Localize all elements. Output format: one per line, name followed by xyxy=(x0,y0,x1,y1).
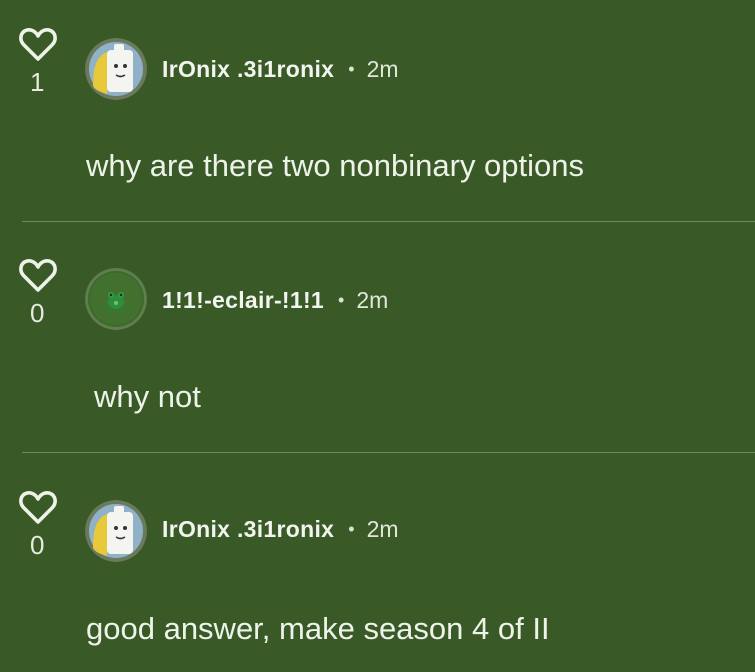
comment-meta: 1!1!-eclair-!1!1 • 2m xyxy=(162,287,388,314)
username[interactable]: IrOnix .3i1ronix xyxy=(162,56,334,82)
separator-dot: • xyxy=(338,290,345,310)
comment-text: why not xyxy=(94,379,201,414)
avatar[interactable] xyxy=(85,268,147,330)
separator-dot: • xyxy=(348,59,355,79)
avatar[interactable] xyxy=(85,38,147,100)
green-creature-avatar-icon xyxy=(85,268,147,330)
heart-icon[interactable] xyxy=(18,256,58,296)
comment-meta: IrOnix .3i1ronix • 2m xyxy=(162,516,399,543)
comment-item: 1 IrOnix .3i1ronix • 2m why are there two … xyxy=(0,0,755,221)
timestamp: 2m xyxy=(366,516,399,542)
separator-dot: • xyxy=(348,519,355,539)
like-control: 0 xyxy=(18,256,66,328)
comment-text: why are there two nonbinary options xyxy=(86,148,585,183)
avatar[interactable] xyxy=(85,500,147,562)
comment-meta: IrOnix .3i1ronix • 2m xyxy=(162,56,399,83)
like-count: 0 xyxy=(30,530,45,560)
timestamp: 2m xyxy=(366,56,399,82)
like-count: 1 xyxy=(30,67,45,97)
like-control: 1 xyxy=(18,25,66,97)
like-count: 0 xyxy=(30,298,45,328)
like-control: 0 xyxy=(18,488,66,560)
cartoon-character-avatar-icon xyxy=(85,38,147,100)
comment-text: good answer, make season 4 of II xyxy=(86,611,550,646)
username[interactable]: 1!1!-eclair-!1!1 xyxy=(162,287,324,313)
heart-icon[interactable] xyxy=(18,25,58,65)
username[interactable]: IrOnix .3i1ronix xyxy=(162,516,334,542)
comment-item: 0 1!1!-eclair-!1!1 • 2m why not xyxy=(0,222,755,452)
cartoon-character-avatar-icon xyxy=(85,500,147,562)
heart-icon[interactable] xyxy=(18,488,58,528)
timestamp: 2m xyxy=(356,287,389,313)
comment-item: 0 IrOnix .3i1ronix • 2m good answer, make … xyxy=(0,453,755,672)
